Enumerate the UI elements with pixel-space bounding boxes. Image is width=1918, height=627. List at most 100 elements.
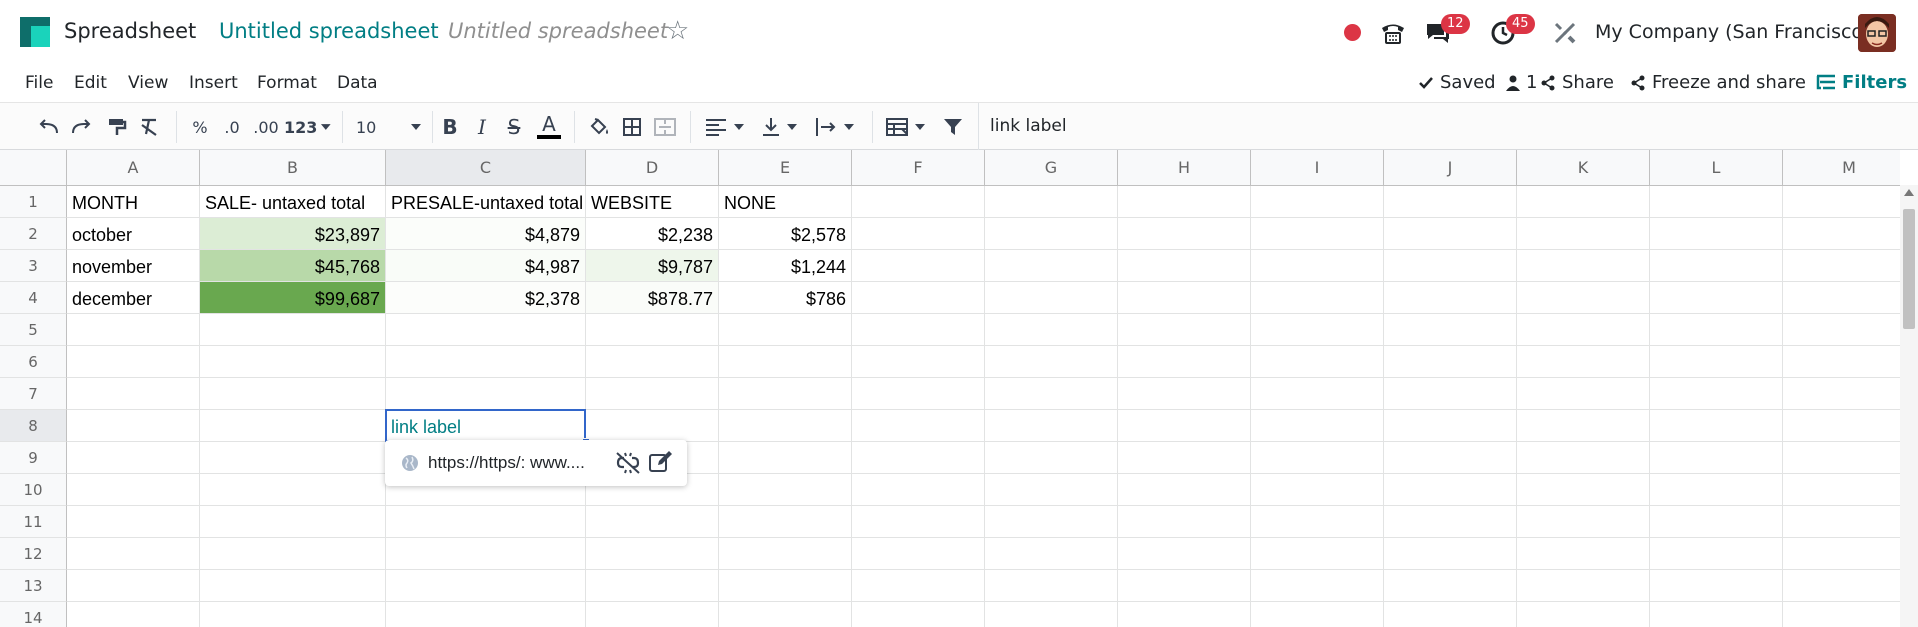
cell-l11[interactable] — [1650, 506, 1783, 538]
cell-l10[interactable] — [1650, 474, 1783, 506]
horizontal-align-dropdown[interactable] — [702, 113, 748, 141]
cell-h1[interactable] — [1118, 186, 1251, 218]
cell-c13[interactable] — [386, 570, 586, 602]
cell-b14[interactable] — [200, 602, 386, 627]
decrease-decimal-button[interactable]: .0 — [218, 113, 246, 141]
cell-e10[interactable] — [719, 474, 852, 506]
column-header-f[interactable]: F — [852, 150, 985, 186]
cell-l4[interactable] — [1650, 282, 1783, 314]
cell-i3[interactable] — [1251, 250, 1384, 282]
row-header-7[interactable]: 7 — [0, 378, 67, 410]
scroll-up-arrow-icon[interactable] — [1904, 189, 1914, 196]
cell-c4[interactable]: $2,378 — [386, 282, 586, 314]
cell-i9[interactable] — [1251, 442, 1384, 474]
column-header-i[interactable]: I — [1251, 150, 1384, 186]
increase-decimal-button[interactable]: .00 — [250, 113, 282, 141]
row-header-14[interactable]: 14 — [0, 602, 67, 627]
filters-button[interactable]: Filters — [1816, 72, 1907, 93]
cell-b13[interactable] — [200, 570, 386, 602]
cell-e11[interactable] — [719, 506, 852, 538]
cell-g4[interactable] — [985, 282, 1118, 314]
scrollbar-thumb[interactable] — [1903, 209, 1915, 329]
menu-format[interactable]: Format — [257, 73, 317, 93]
cell-l1[interactable] — [1650, 186, 1783, 218]
insert-table-dropdown[interactable] — [884, 113, 928, 141]
cell-b8[interactable] — [200, 410, 386, 442]
user-avatar[interactable] — [1858, 14, 1896, 52]
phone-icon[interactable] — [1379, 19, 1407, 47]
column-header-m[interactable]: M — [1783, 150, 1900, 186]
cell-e13[interactable] — [719, 570, 852, 602]
cell-e5[interactable] — [719, 314, 852, 346]
cell-k8[interactable] — [1517, 410, 1650, 442]
row-header-10[interactable]: 10 — [0, 474, 67, 506]
cell-k11[interactable] — [1517, 506, 1650, 538]
cell-m8[interactable] — [1783, 410, 1900, 442]
cell-b5[interactable] — [200, 314, 386, 346]
cell-h11[interactable] — [1118, 506, 1251, 538]
cell-d4[interactable]: $878.77 — [586, 282, 719, 314]
cell-d6[interactable] — [586, 346, 719, 378]
cell-h14[interactable] — [1118, 602, 1251, 627]
cell-g11[interactable] — [985, 506, 1118, 538]
cell-a7[interactable] — [67, 378, 200, 410]
cell-d1[interactable]: WEBSITE — [586, 186, 719, 218]
cell-f13[interactable] — [852, 570, 985, 602]
row-header-3[interactable]: 3 — [0, 250, 67, 282]
cell-e4[interactable]: $786 — [719, 282, 852, 314]
cell-d12[interactable] — [586, 538, 719, 570]
cell-m12[interactable] — [1783, 538, 1900, 570]
cell-h9[interactable] — [1118, 442, 1251, 474]
row-header-6[interactable]: 6 — [0, 346, 67, 378]
cell-c2[interactable]: $4,879 — [386, 218, 586, 250]
edit-icon[interactable] — [648, 450, 674, 474]
row-header-5[interactable]: 5 — [0, 314, 67, 346]
cell-h8[interactable] — [1118, 410, 1251, 442]
cell-d3[interactable]: $9,787 — [586, 250, 719, 282]
cell-f14[interactable] — [852, 602, 985, 627]
cell-f11[interactable] — [852, 506, 985, 538]
format-percent-button[interactable]: % — [188, 113, 212, 141]
vertical-align-dropdown[interactable] — [758, 113, 802, 141]
cell-j5[interactable] — [1384, 314, 1517, 346]
column-header-c[interactable]: C — [386, 150, 586, 186]
cell-c1[interactable]: PRESALE-untaxed total — [386, 186, 586, 218]
cell-m1[interactable] — [1783, 186, 1900, 218]
cell-l3[interactable] — [1650, 250, 1783, 282]
cell-i7[interactable] — [1251, 378, 1384, 410]
cell-f2[interactable] — [852, 218, 985, 250]
wrapping-dropdown[interactable] — [812, 113, 858, 141]
record-status-dot-icon[interactable] — [1344, 24, 1361, 41]
cell-m7[interactable] — [1783, 378, 1900, 410]
cell-a13[interactable] — [67, 570, 200, 602]
cell-l6[interactable] — [1650, 346, 1783, 378]
cell-i12[interactable] — [1251, 538, 1384, 570]
cell-f5[interactable] — [852, 314, 985, 346]
cell-c8[interactable]: link label — [386, 410, 586, 442]
column-header-k[interactable]: K — [1517, 150, 1650, 186]
tools-icon[interactable] — [1552, 20, 1578, 46]
cell-f9[interactable] — [852, 442, 985, 474]
cell-a1[interactable]: MONTH — [67, 186, 200, 218]
cell-g10[interactable] — [985, 474, 1118, 506]
cell-k14[interactable] — [1517, 602, 1650, 627]
cell-k5[interactable] — [1517, 314, 1650, 346]
cell-c14[interactable] — [386, 602, 586, 627]
cell-j7[interactable] — [1384, 378, 1517, 410]
freeze-and-share-button[interactable]: Freeze and share — [1630, 72, 1806, 93]
bold-button[interactable]: B — [438, 113, 462, 141]
column-header-a[interactable]: A — [67, 150, 200, 186]
link-url[interactable]: https://https/: www.... — [428, 453, 585, 473]
cell-i14[interactable] — [1251, 602, 1384, 627]
cell-m14[interactable] — [1783, 602, 1900, 627]
grid-corner[interactable] — [0, 150, 67, 186]
cell-j2[interactable] — [1384, 218, 1517, 250]
cell-b6[interactable] — [200, 346, 386, 378]
cell-d8[interactable] — [586, 410, 719, 442]
cell-h10[interactable] — [1118, 474, 1251, 506]
cell-m13[interactable] — [1783, 570, 1900, 602]
cell-m10[interactable] — [1783, 474, 1900, 506]
row-header-4[interactable]: 4 — [0, 282, 67, 314]
cell-c3[interactable]: $4,987 — [386, 250, 586, 282]
column-header-e[interactable]: E — [719, 150, 852, 186]
